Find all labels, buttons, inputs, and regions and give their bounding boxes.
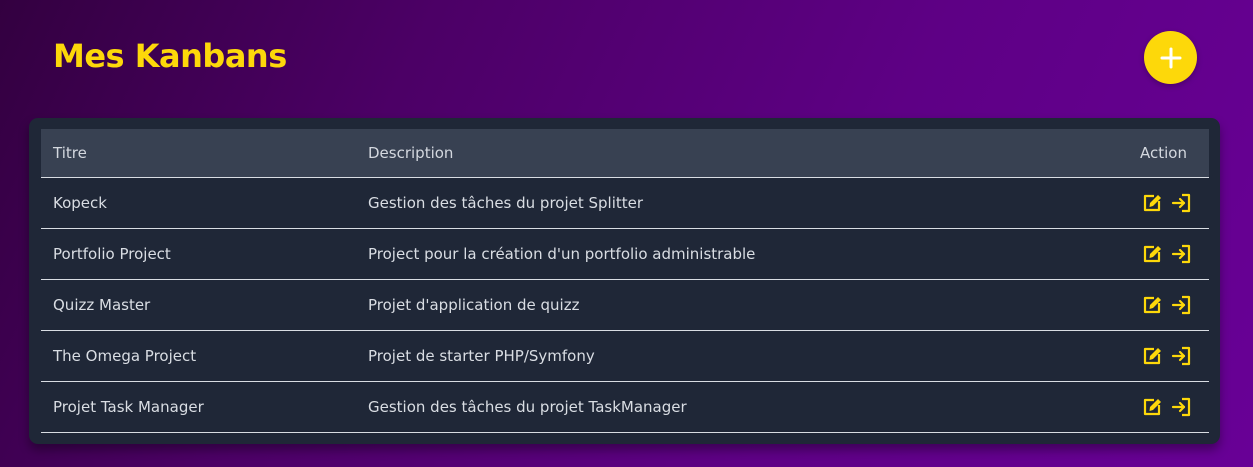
enter-icon[interactable] [1170,396,1192,418]
enter-icon[interactable] [1170,345,1192,367]
table-row[interactable]: The Omega Project Projet de starter PHP/… [41,330,1209,382]
edit-icon[interactable] [1141,243,1163,265]
header-action: Action [1119,129,1209,178]
enter-icon[interactable] [1170,294,1192,316]
edit-icon[interactable] [1141,345,1163,367]
edit-icon[interactable] [1141,396,1163,418]
edit-icon[interactable] [1141,294,1163,316]
row-actions [1119,381,1209,433]
row-actions [1119,228,1209,280]
row-title: Quizz Master [41,279,368,331]
row-title: Projet Task Manager [41,381,368,433]
enter-icon[interactable] [1170,192,1192,214]
row-title: Kopeck [41,177,368,229]
row-actions [1119,177,1209,229]
row-description: Projet d'application de quizz [368,279,1119,331]
edit-icon[interactable] [1141,192,1163,214]
table-row[interactable]: Portfolio Project Project pour la créati… [41,228,1209,280]
row-description: Gestion des tâches du projet TaskManager [368,381,1119,433]
row-description: Projet de starter PHP/Symfony [368,330,1119,382]
table-row[interactable]: Kopeck Gestion des tâches du projet Spli… [41,177,1209,229]
kanban-table: Titre Description Action Kopeck Gestion … [41,129,1209,433]
table-row[interactable]: Quizz Master Projet d'application de qui… [41,279,1209,331]
enter-icon[interactable] [1170,243,1192,265]
row-title: The Omega Project [41,330,368,382]
row-description: Gestion des tâches du projet Splitter [368,177,1119,229]
kanban-list-card: Titre Description Action Kopeck Gestion … [29,118,1220,444]
row-actions [1119,330,1209,382]
row-title: Portfolio Project [41,228,368,280]
row-actions [1119,279,1209,331]
add-kanban-button[interactable] [1144,31,1197,84]
header-description: Description [368,129,1119,178]
header-title: Titre [41,129,368,178]
plus-icon [1160,47,1181,68]
page-title: Mes Kanbans [53,37,287,75]
table-header-row: Titre Description Action [41,129,1209,178]
table-row[interactable]: Projet Task Manager Gestion des tâches d… [41,381,1209,433]
row-description: Project pour la création d'un portfolio … [368,228,1119,280]
